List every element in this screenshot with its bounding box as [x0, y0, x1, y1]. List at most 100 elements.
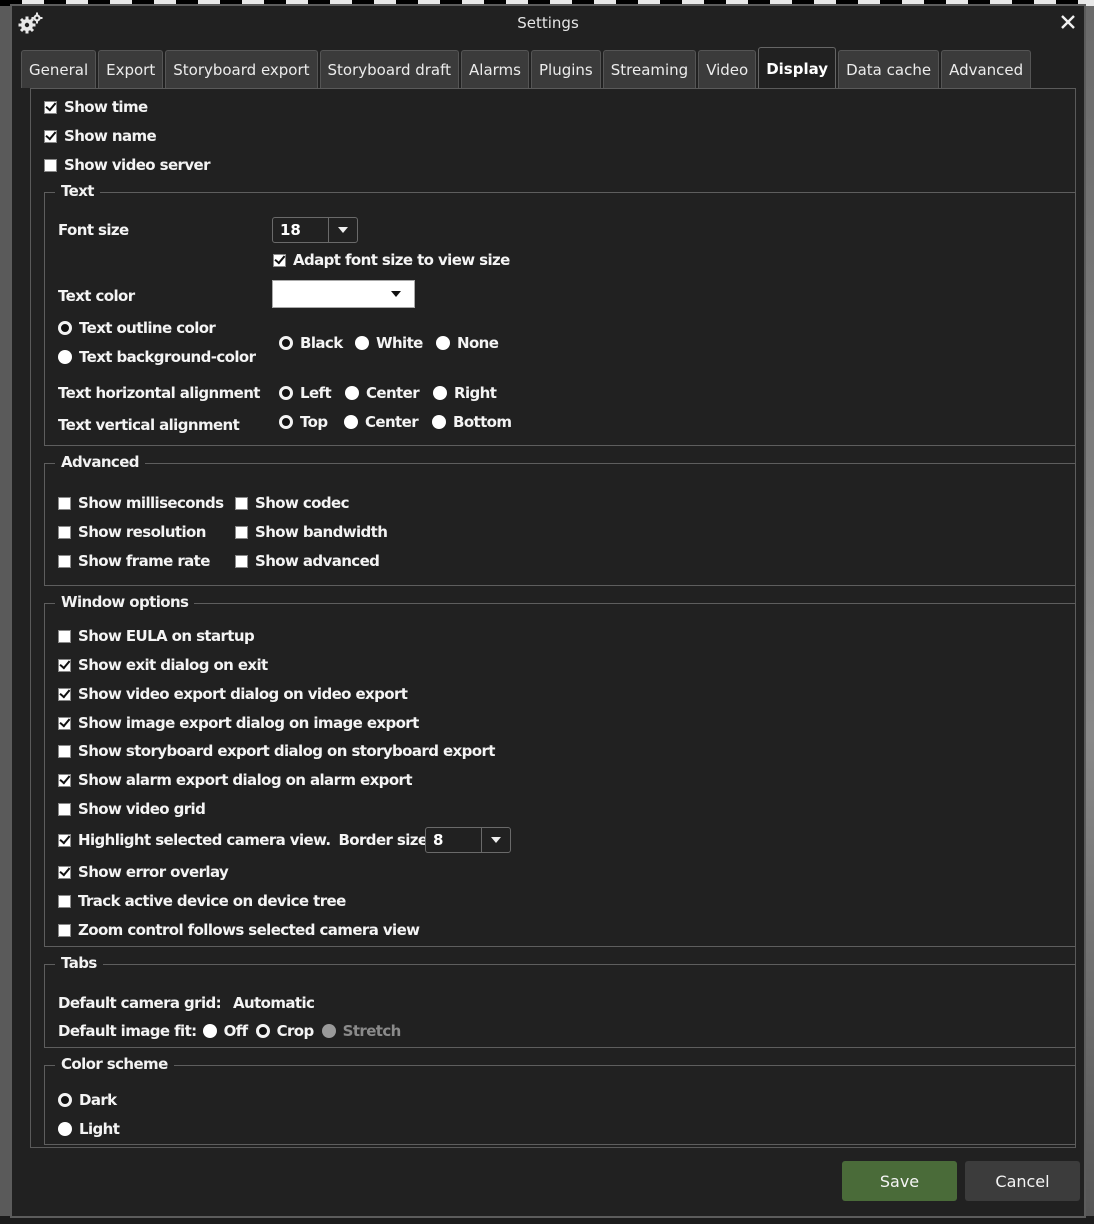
show-codec-checkbox[interactable]: Show codec — [235, 494, 349, 512]
checkbox-box[interactable] — [273, 253, 286, 267]
checkbox-label: Track active device on device tree — [78, 892, 346, 910]
zoom-control-follows-checkbox[interactable]: Zoom control follows selected camera vie… — [58, 921, 420, 939]
text-color-picker[interactable] — [272, 280, 415, 308]
show-video-grid-checkbox[interactable]: Show video grid — [58, 800, 206, 818]
radio-button[interactable] — [345, 386, 359, 400]
tab-video[interactable]: Video — [698, 50, 757, 88]
radio-button[interactable] — [432, 415, 446, 429]
tab-streaming[interactable]: Streaming — [602, 50, 697, 88]
checkbox-box[interactable] — [58, 525, 71, 539]
color-scheme-dark-radio[interactable]: Dark — [58, 1091, 117, 1109]
chevron-down-icon[interactable] — [481, 828, 510, 852]
show-video-export-dialog-checkbox[interactable]: Show video export dialog on video export — [58, 685, 408, 703]
text-outline-color-radio[interactable]: Text outline color — [58, 319, 216, 337]
show-time-checkbox[interactable]: Show time — [44, 98, 148, 116]
color-white-radio[interactable]: White — [355, 334, 423, 352]
tab-export[interactable]: Export — [98, 50, 164, 88]
tab-storyboard-draft[interactable]: Storyboard draft — [319, 50, 460, 88]
radio-button[interactable] — [433, 386, 447, 400]
v-align-center-radio[interactable]: Center — [344, 413, 419, 431]
tab-alarms[interactable]: Alarms — [461, 50, 529, 88]
radio-label: Dark — [79, 1091, 117, 1109]
tab-general[interactable]: General — [21, 50, 97, 88]
checkbox-box[interactable] — [58, 496, 71, 510]
radio-button[interactable] — [279, 386, 293, 400]
radio-button[interactable] — [355, 336, 369, 350]
show-image-export-dialog-checkbox[interactable]: Show image export dialog on image export — [58, 714, 419, 732]
checkbox-box[interactable] — [58, 802, 71, 816]
show-bandwidth-checkbox[interactable]: Show bandwidth — [235, 523, 388, 541]
checkbox-box[interactable] — [58, 744, 71, 758]
adapt-font-size-checkbox[interactable]: Adapt font size to view size — [273, 251, 510, 269]
tab-plugins[interactable]: Plugins — [530, 50, 601, 88]
checkbox-box[interactable] — [58, 833, 71, 847]
cancel-button[interactable]: Cancel — [965, 1161, 1080, 1201]
chevron-down-icon[interactable] — [328, 218, 357, 242]
tabs-group-title: Tabs — [55, 954, 103, 972]
color-none-radio[interactable]: None — [436, 334, 499, 352]
radio-button[interactable] — [58, 321, 72, 335]
checkbox-box[interactable] — [58, 629, 71, 643]
track-active-device-checkbox[interactable]: Track active device on device tree — [58, 892, 346, 910]
tab-data-cache[interactable]: Data cache — [838, 50, 940, 88]
show-error-overlay-checkbox[interactable]: Show error overlay — [58, 863, 229, 881]
radio-button[interactable] — [344, 415, 358, 429]
radio-button[interactable] — [436, 336, 450, 350]
image-fit-off-radio[interactable] — [202, 1024, 217, 1038]
text-background-color-radio[interactable]: Text background-color — [58, 348, 256, 366]
checkbox-box[interactable] — [235, 525, 248, 539]
tab-storyboard-export[interactable]: Storyboard export — [165, 50, 318, 88]
checkbox-box[interactable] — [58, 658, 71, 672]
show-resolution-checkbox[interactable]: Show resolution — [58, 523, 206, 541]
advanced-group-title: Advanced — [55, 453, 145, 471]
show-milliseconds-checkbox[interactable]: Show milliseconds — [58, 494, 224, 512]
radio-button[interactable] — [58, 1093, 72, 1107]
tab-display[interactable]: Display — [758, 47, 837, 89]
h-align-left-radio[interactable]: Left — [279, 384, 332, 402]
show-exit-dialog-checkbox[interactable]: Show exit dialog on exit — [58, 656, 268, 674]
show-video-server-checkbox[interactable]: Show video server — [44, 156, 210, 174]
highlight-selected-camera-checkbox[interactable]: Highlight selected camera view. Border s… — [58, 831, 428, 849]
v-align-top-radio[interactable]: Top — [279, 413, 328, 431]
radio-button[interactable] — [58, 350, 72, 364]
show-frame-rate-checkbox[interactable]: Show frame rate — [58, 552, 210, 570]
show-eula-checkbox[interactable]: Show EULA on startup — [58, 627, 255, 645]
save-button[interactable]: Save — [842, 1161, 957, 1201]
window-options-title: Window options — [55, 593, 195, 611]
camera-grid-value[interactable]: Automatic — [233, 994, 315, 1012]
v-align-bottom-radio[interactable]: Bottom — [432, 413, 512, 431]
tab-advanced[interactable]: Advanced — [941, 50, 1032, 88]
checkbox-box[interactable] — [58, 865, 71, 879]
border-size-label: Border size — [338, 831, 428, 849]
image-fit-crop-radio[interactable] — [255, 1024, 270, 1038]
close-icon[interactable] — [1058, 12, 1078, 32]
checkbox-box[interactable] — [58, 894, 71, 908]
camera-grid-label: Default camera grid: — [58, 994, 222, 1012]
radio-button[interactable] — [279, 336, 293, 350]
checkbox-box[interactable] — [58, 923, 71, 937]
checkbox-box[interactable] — [44, 158, 57, 172]
checkbox-box[interactable] — [58, 773, 71, 787]
checkbox-box[interactable] — [44, 100, 57, 114]
image-fit-label: Default image fit: — [58, 1022, 197, 1040]
checkbox-box[interactable] — [44, 129, 57, 143]
show-name-checkbox[interactable]: Show name — [44, 127, 157, 145]
checkbox-box[interactable] — [235, 554, 248, 568]
color-scheme-light-radio[interactable]: Light — [58, 1120, 120, 1138]
title-bar[interactable]: Settings — [12, 6, 1084, 42]
checkbox-box[interactable] — [58, 687, 71, 701]
checkbox-box[interactable] — [58, 716, 71, 730]
radio-button[interactable] — [279, 415, 293, 429]
checkbox-box[interactable] — [58, 554, 71, 568]
show-advanced-checkbox[interactable]: Show advanced — [235, 552, 380, 570]
font-size-dropdown[interactable]: 18 — [272, 217, 358, 243]
checkbox-box[interactable] — [235, 496, 248, 510]
radio-button[interactable] — [58, 1122, 72, 1136]
show-storyboard-export-dialog-checkbox[interactable]: Show storyboard export dialog on storybo… — [58, 742, 495, 760]
border-size-dropdown[interactable]: 8 — [425, 827, 511, 853]
color-black-radio[interactable]: Black — [279, 334, 343, 352]
h-align-right-radio[interactable]: Right — [433, 384, 497, 402]
h-align-center-radio[interactable]: Center — [345, 384, 420, 402]
show-alarm-export-dialog-checkbox[interactable]: Show alarm export dialog on alarm export — [58, 771, 413, 789]
text-group: Text Font size 18 Adapt font size to vie… — [44, 182, 1076, 446]
